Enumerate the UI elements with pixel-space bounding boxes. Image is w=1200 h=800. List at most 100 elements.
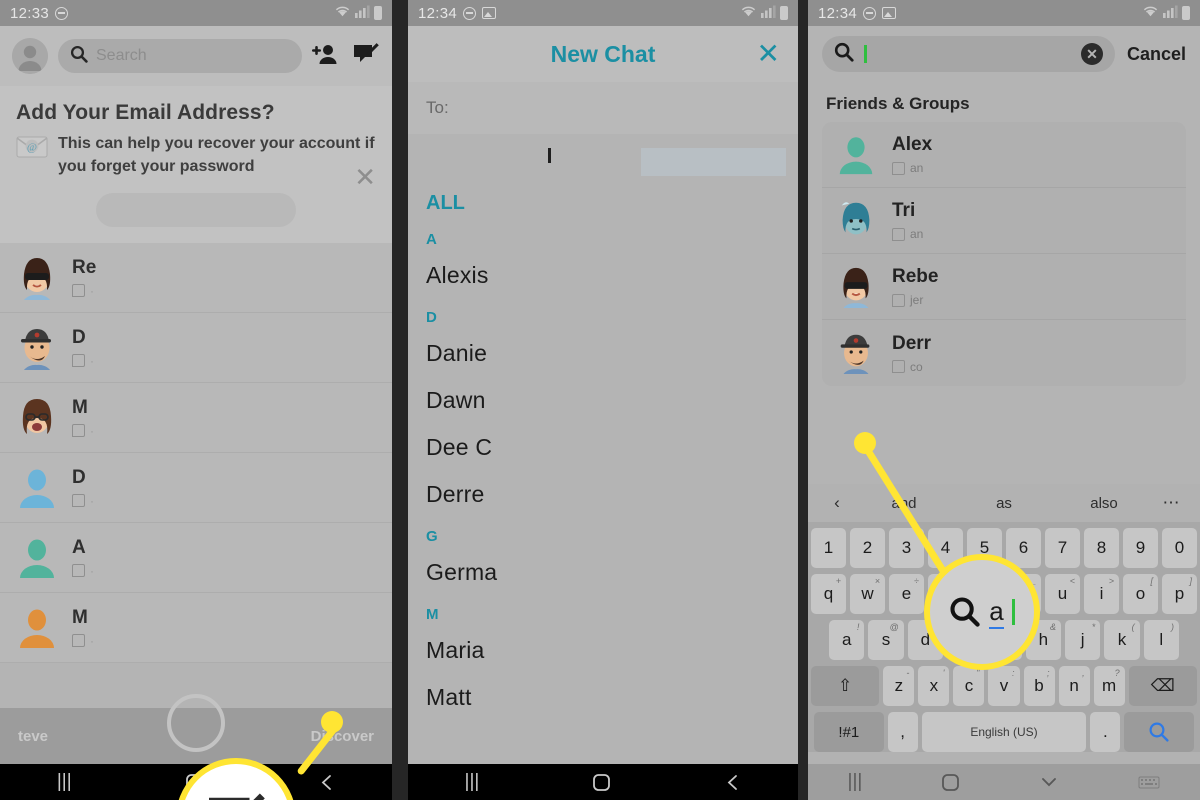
key-r[interactable]: = r xyxy=(928,574,963,614)
profile-avatar[interactable] xyxy=(12,38,48,74)
period-key[interactable]: . xyxy=(1090,712,1121,752)
camera-shutter-button[interactable] xyxy=(167,694,225,752)
suggestion-more-icon[interactable]: ⋯ xyxy=(1154,493,1188,513)
key-a[interactable]: ! a xyxy=(829,620,865,660)
key-0[interactable]: 0 xyxy=(1162,528,1197,568)
hide-keyboard-icon[interactable] xyxy=(1039,774,1059,790)
chat-list-item[interactable]: D · xyxy=(0,313,392,383)
back-icon[interactable] xyxy=(724,773,741,792)
back-icon[interactable] xyxy=(318,773,335,792)
key-s[interactable]: @ s xyxy=(868,620,904,660)
key-e[interactable]: ÷ e xyxy=(889,574,924,614)
key-f[interactable]: $ f xyxy=(947,620,983,660)
key-b[interactable]: ; b xyxy=(1023,666,1055,706)
chat-list-item[interactable]: A · xyxy=(0,523,392,593)
key-o[interactable]: [o xyxy=(1123,574,1158,614)
suggestion-word[interactable]: also xyxy=(1054,495,1154,512)
directory-name[interactable]: Dee C xyxy=(426,424,780,471)
key-k[interactable]: (k xyxy=(1104,620,1140,660)
banner-close-icon[interactable]: ✕ xyxy=(354,164,376,190)
key-6[interactable]: 6 xyxy=(1006,528,1041,568)
key-y[interactable]: _ y xyxy=(1006,574,1041,614)
key-w[interactable]: × w xyxy=(850,574,885,614)
chat-list-item[interactable]: M · xyxy=(0,383,392,453)
directory-name[interactable]: Matt xyxy=(426,674,780,721)
search-input[interactable]: ✕ xyxy=(822,36,1115,72)
key-8[interactable]: 8 xyxy=(1084,528,1119,568)
directory-name[interactable]: Dawn xyxy=(426,377,780,424)
chat-list-item[interactable]: D · xyxy=(0,453,392,523)
backspace-key[interactable]: ⌫ xyxy=(1128,666,1197,706)
tab-discover[interactable]: Discover xyxy=(311,728,374,745)
android-navbar: ||| xyxy=(808,764,1200,800)
all-directory-header[interactable]: ALL xyxy=(426,184,780,221)
new-chat-icon[interactable] xyxy=(352,42,380,71)
key-7[interactable]: 7 xyxy=(1045,528,1080,568)
directory-letter: M xyxy=(426,606,439,623)
home-icon[interactable] xyxy=(185,773,204,792)
search-enter-key[interactable] xyxy=(1124,712,1195,752)
search-result-item[interactable]: Tri an xyxy=(822,188,1186,254)
cancel-button[interactable]: Cancel xyxy=(1127,44,1186,65)
default-avatar-teal xyxy=(834,132,880,178)
key-5[interactable]: 5 xyxy=(967,528,1002,568)
keyboard-icon[interactable] xyxy=(1138,775,1160,790)
search-result-item[interactable]: Rebe jer xyxy=(822,254,1186,320)
svg-text:@: @ xyxy=(27,142,37,154)
key-g[interactable]: % g xyxy=(986,620,1022,660)
tab-label-left[interactable]: teve xyxy=(18,728,48,745)
chat-list-item[interactable]: M · xyxy=(0,593,392,663)
chat-list-item[interactable]: Re · xyxy=(0,243,392,313)
key-l[interactable]: ) l xyxy=(1143,620,1179,660)
directory-name[interactable]: Derre xyxy=(426,471,780,518)
key-3[interactable]: 3 xyxy=(889,528,924,568)
key-n[interactable]: ,n xyxy=(1058,666,1090,706)
key-z[interactable]: -z xyxy=(883,666,915,706)
close-icon[interactable]: ✕ xyxy=(757,40,780,68)
recents-icon[interactable]: ||| xyxy=(465,771,480,793)
symbols-key[interactable]: !#1 xyxy=(814,712,884,752)
comma-key[interactable]: , xyxy=(887,712,918,752)
key-d[interactable]: # d xyxy=(907,620,943,660)
recents-icon[interactable]: ||| xyxy=(848,771,863,793)
key-v[interactable]: :v xyxy=(988,666,1020,706)
key-p[interactable]: ] p xyxy=(1162,574,1197,614)
recipient-row[interactable]: To: xyxy=(408,82,798,134)
banner-action-button[interactable] xyxy=(96,192,296,227)
key-i[interactable]: > i xyxy=(1084,574,1119,614)
key-t[interactable]: / t xyxy=(967,574,1002,614)
home-icon[interactable] xyxy=(592,773,611,792)
recents-icon[interactable]: ||| xyxy=(57,771,72,793)
suggestion-word[interactable]: as xyxy=(954,495,1054,512)
key-x[interactable]: ' x xyxy=(918,666,950,706)
home-icon[interactable] xyxy=(941,773,960,792)
directory-name[interactable]: Germa xyxy=(426,549,780,596)
suggestion-word[interactable]: and xyxy=(854,495,954,512)
search-input[interactable]: Search xyxy=(58,39,302,73)
key-j[interactable]: * j xyxy=(1064,620,1101,660)
signal-icon xyxy=(761,4,776,22)
search-result-item[interactable]: Derr co xyxy=(822,320,1186,386)
key-h[interactable]: & h xyxy=(1025,620,1061,660)
key-u[interactable]: < u xyxy=(1045,574,1080,614)
search-result-item[interactable]: Alex an xyxy=(822,122,1186,188)
key-9[interactable]: 9 xyxy=(1123,528,1158,568)
key-2[interactable]: 2 xyxy=(850,528,885,568)
keyboard-keys: 1 2 3 4 5 6 7 8 9 0 +q ×w ÷e =r /t xyxy=(808,522,1200,752)
clear-search-icon[interactable]: ✕ xyxy=(1080,43,1103,65)
recipient-input-area[interactable] xyxy=(408,134,798,184)
key-1[interactable]: 1 xyxy=(811,528,846,568)
key-q[interactable]: + q xyxy=(811,574,846,614)
suggestion-prev-icon[interactable]: ‹ xyxy=(820,493,854,513)
directory-name[interactable]: Danie xyxy=(426,330,780,377)
key-4[interactable]: 4 xyxy=(928,528,963,568)
add-friend-icon[interactable] xyxy=(312,43,338,70)
shift-key[interactable]: ⇧ xyxy=(811,666,880,706)
key-m[interactable]: ? m xyxy=(1093,666,1125,706)
space-key[interactable]: English (US) xyxy=(921,712,1087,752)
chat-status-icon xyxy=(892,227,905,241)
key-c[interactable]: " c xyxy=(953,666,985,706)
bitmoji-cap-man xyxy=(834,330,880,376)
directory-name[interactable]: Maria xyxy=(426,627,780,674)
directory-name[interactable]: Alexis xyxy=(426,252,780,299)
